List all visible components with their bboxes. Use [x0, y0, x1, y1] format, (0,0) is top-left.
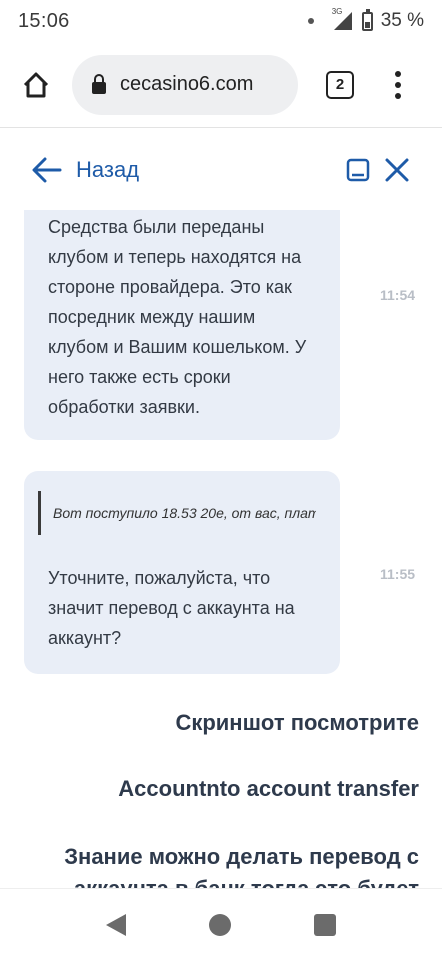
minimize-window-icon[interactable]: [346, 158, 370, 182]
message-line: клубом и теперь находятся на: [48, 247, 302, 267]
close-icon[interactable]: [384, 157, 410, 183]
menu-dot-icon: [395, 81, 401, 88]
support-message-bubble: Средства были переданы клубом и теперь н…: [24, 210, 340, 440]
menu-dot-icon: [395, 92, 401, 99]
browser-toolbar: cecasino6.com 2: [0, 42, 442, 128]
user-message: Скриншот посмотрите: [175, 710, 419, 735]
support-message-bubble: Вот поступило 18.53 20е, от вас, плат...…: [24, 471, 340, 674]
user-message: Accountnto account transfer: [118, 776, 419, 801]
battery-level: 35 %: [380, 10, 424, 31]
back-label: Назад: [76, 157, 140, 182]
header-actions: [346, 157, 410, 183]
quoted-message[interactable]: Вот поступило 18.53 20е, от вас, плат...: [38, 491, 316, 535]
signal-icon: 3G: [332, 7, 354, 31]
system-nav-bar: [0, 888, 442, 960]
status-bar: 15:06 3G 35 %: [0, 0, 442, 42]
tab-count: 2: [335, 76, 345, 93]
user-message: Знание можно делать перевод с: [64, 844, 419, 869]
message-line: него также есть сроки: [48, 367, 231, 387]
tab-switcher-button[interactable]: 2: [326, 70, 354, 99]
menu-dot-icon: [395, 70, 401, 77]
battery-icon: [361, 8, 373, 31]
message-line: Уточните, пожалуйста, что: [48, 568, 271, 588]
url-text: cecasino6.com: [120, 73, 254, 95]
message-line: Средства были переданы: [48, 217, 265, 237]
message-line: посредник между нашим: [48, 307, 256, 327]
chat-header: Назад: [0, 140, 442, 200]
network-type: 3G: [331, 7, 343, 16]
lock-icon: [92, 73, 106, 94]
message-time: 11:55: [380, 566, 416, 582]
home-icon: [23, 72, 49, 97]
message-time: 11:54: [380, 287, 416, 303]
nav-back-icon[interactable]: [105, 913, 126, 936]
nav-home-icon[interactable]: [208, 913, 231, 936]
message-line: стороне провайдера. Это как: [48, 277, 292, 297]
back-button[interactable]: Назад: [32, 157, 139, 183]
status-time: 15:06: [18, 9, 70, 32]
message-line: клубом и Вашим кошельком. У: [48, 337, 307, 357]
nav-recents-icon[interactable]: [314, 913, 337, 936]
address-bar[interactable]: cecasino6.com: [72, 54, 298, 115]
browser-menu-button[interactable]: [388, 70, 408, 99]
message-line: обработки заявки.: [48, 397, 200, 417]
message-list[interactable]: Средства были переданы клубом и теперь н…: [0, 210, 442, 888]
user-message: аккаунта в банк тогда это будет: [74, 876, 419, 888]
message-line: значит перевод с аккаунта на: [48, 598, 295, 618]
notification-dot-icon: [307, 18, 314, 24]
arrow-left-icon: [32, 157, 62, 183]
status-icons: 3G 35 %: [307, 7, 424, 32]
message-line: аккаунт?: [48, 628, 122, 648]
home-button[interactable]: [14, 63, 58, 107]
